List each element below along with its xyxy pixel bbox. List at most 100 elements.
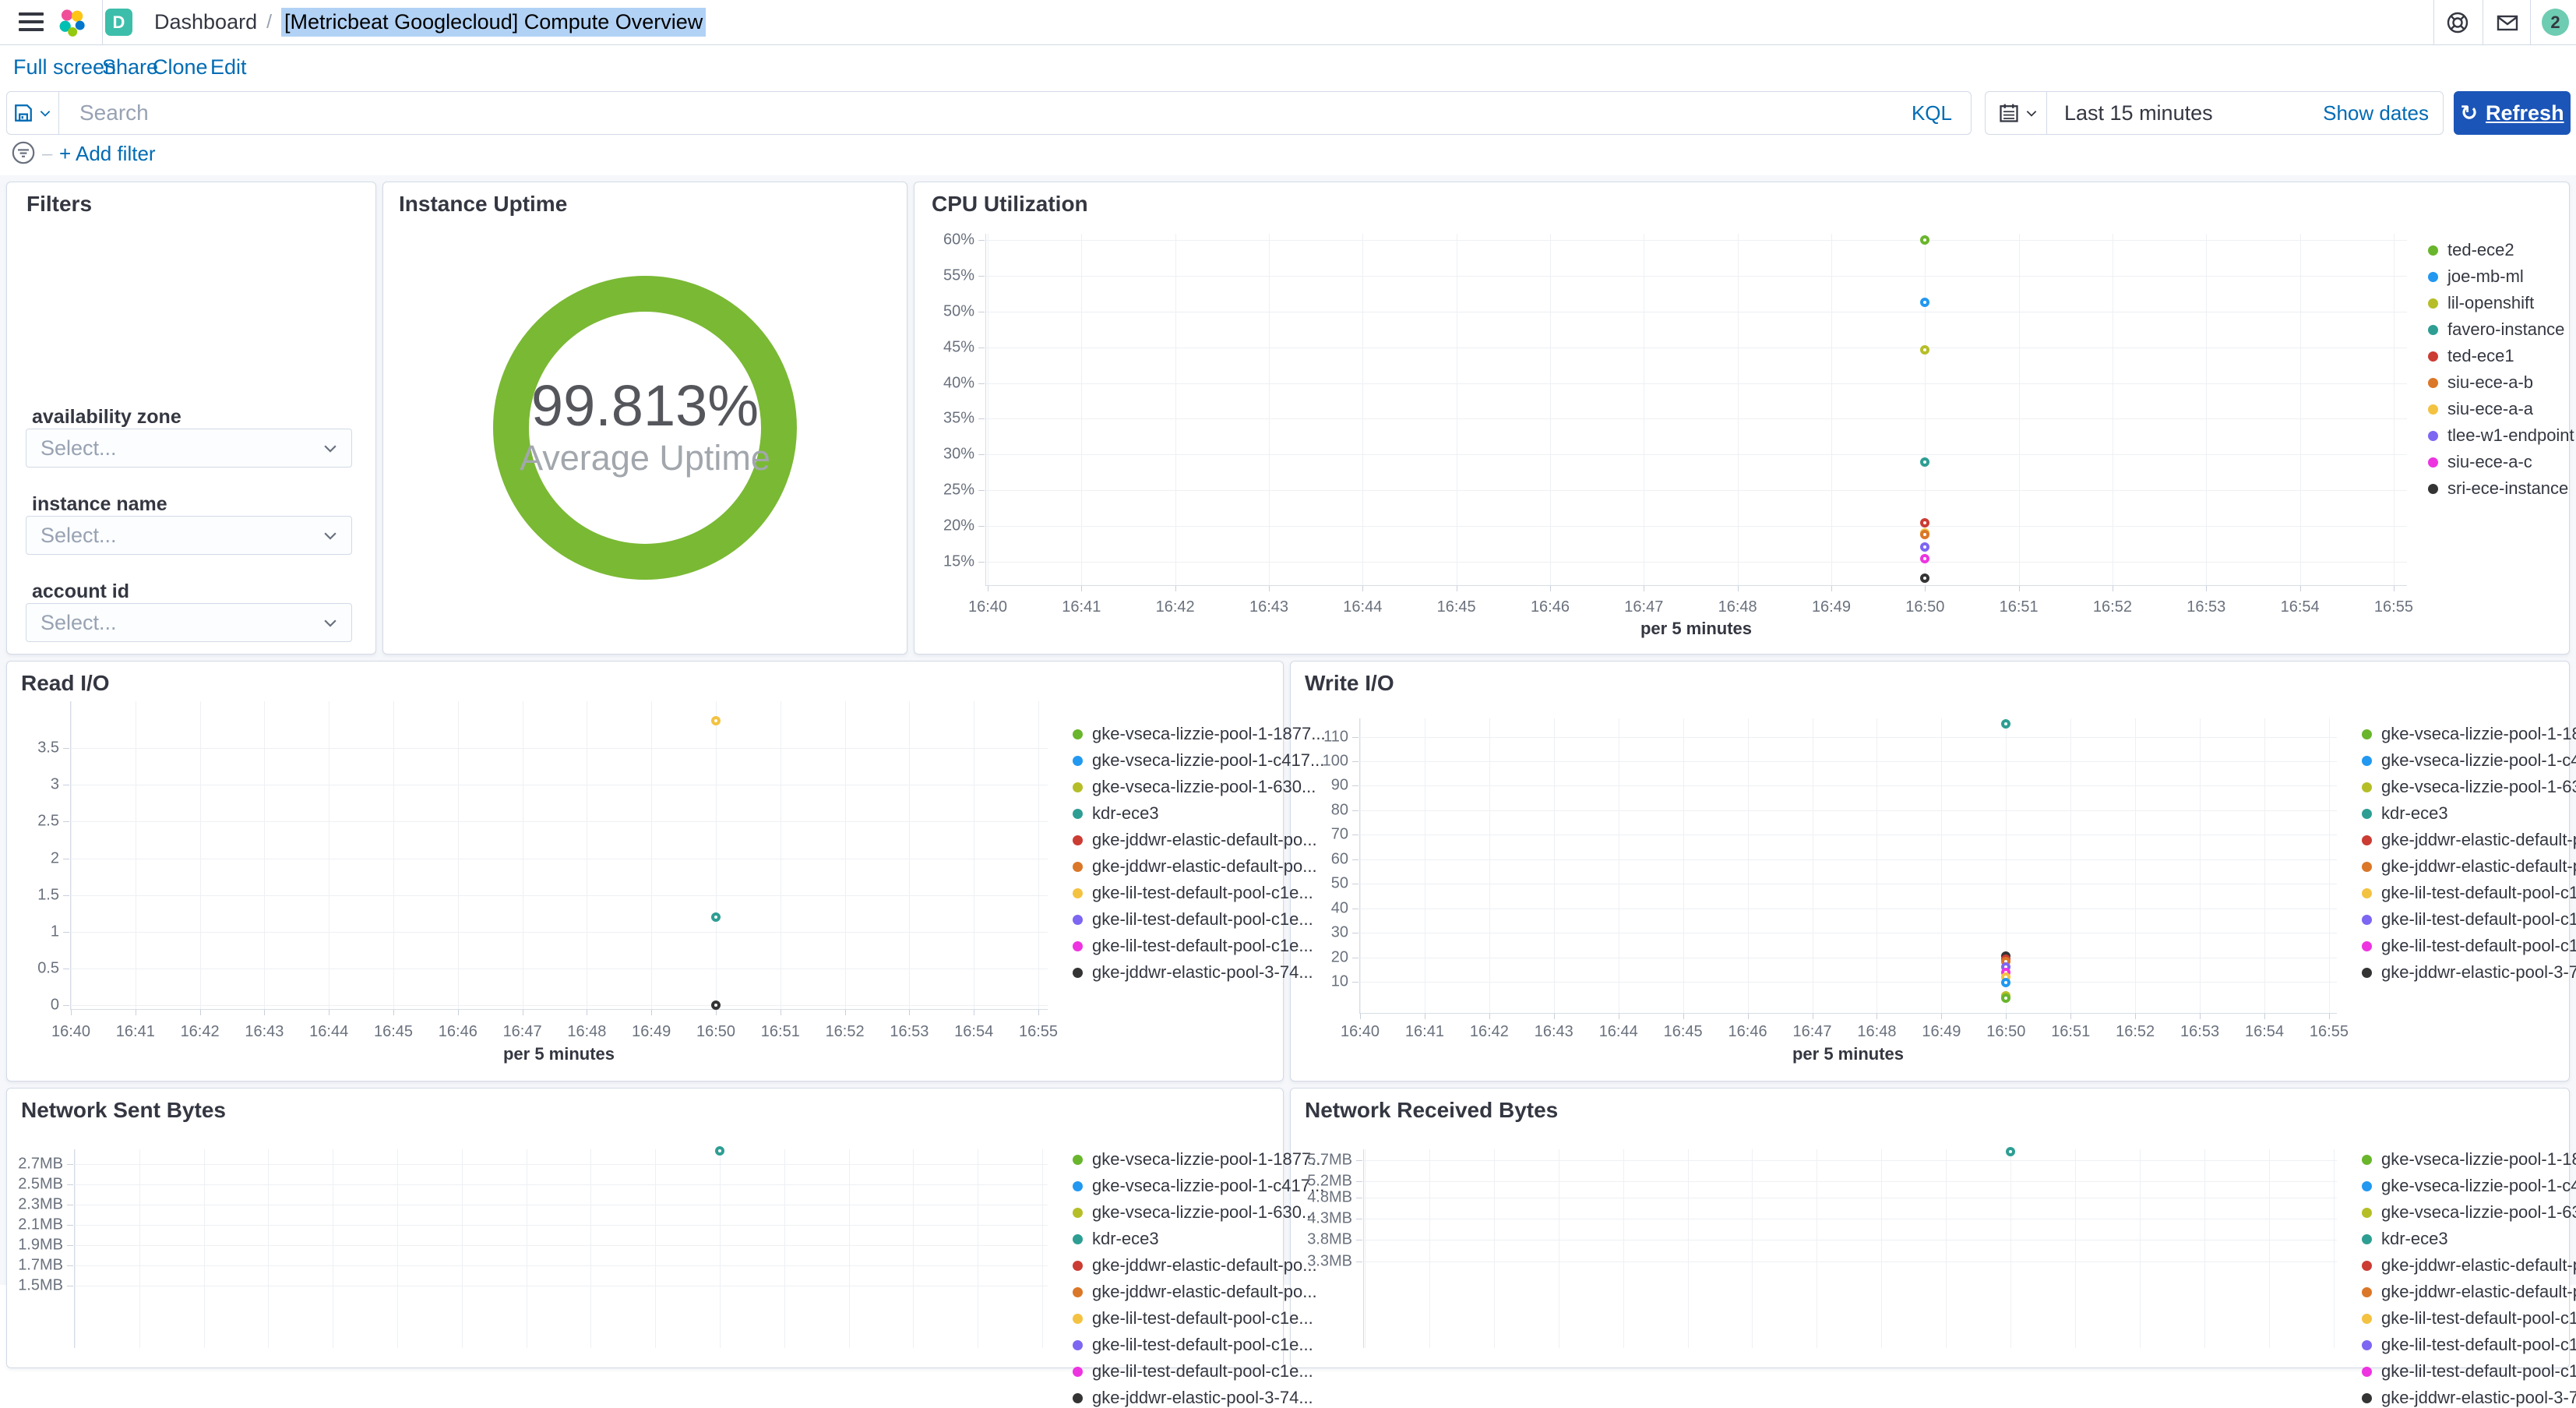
legend-item[interactable]: gke-vseca-lizzie-pool-1-c417... bbox=[2362, 750, 2576, 771]
clone-button[interactable]: Clone bbox=[153, 55, 208, 79]
legend-item[interactable]: favero-instance bbox=[2428, 319, 2564, 340]
legend-item[interactable]: kdr-ece3 bbox=[1073, 1229, 1159, 1249]
gridline bbox=[1876, 718, 1878, 1013]
legend-item[interactable]: gke-lil-test-default-pool-c1e... bbox=[1073, 1335, 1313, 1355]
legend-item[interactable]: gke-lil-test-default-pool-c1e... bbox=[1073, 1361, 1313, 1382]
availability-zone-select[interactable]: Select... bbox=[26, 429, 352, 468]
instance-name-select[interactable]: Select... bbox=[26, 516, 352, 555]
legend-item[interactable]: gke-vseca-lizzie-pool-1-c417... bbox=[2362, 1176, 2576, 1196]
y-axis-tick-label: 4.8MB bbox=[1307, 1188, 1352, 1206]
page-title[interactable]: [Metricbeat Googlecloud] Compute Overvie… bbox=[281, 8, 707, 37]
gridline bbox=[2393, 234, 2395, 585]
legend-item[interactable]: gke-lil-test-default-pool-c1e... bbox=[2362, 909, 2576, 930]
calendar-icon[interactable] bbox=[1998, 102, 2020, 124]
x-tick-mark bbox=[1747, 1014, 1749, 1019]
legend-label: gke-vseca-lizzie-pool-1-1877... bbox=[2381, 724, 2576, 743]
legend-item[interactable]: siu-ece-a-c bbox=[2428, 452, 2532, 472]
legend-item[interactable]: gke-lil-test-default-pool-c1e... bbox=[2362, 1308, 2576, 1329]
edit-button[interactable]: Edit bbox=[210, 55, 247, 79]
legend-item[interactable]: gke-lil-test-default-pool-c1e... bbox=[1073, 1308, 1313, 1329]
gridline bbox=[2139, 1149, 2141, 1348]
legend-dot bbox=[2428, 483, 2438, 494]
legend-item[interactable]: gke-jddwr-elastic-pool-3-74... bbox=[1073, 962, 1313, 983]
breadcrumb-dashboard[interactable]: Dashboard bbox=[154, 10, 257, 34]
help-icon[interactable] bbox=[2445, 10, 2470, 35]
user-avatar[interactable]: 2 bbox=[2542, 9, 2569, 36]
legend-item[interactable]: kdr-ece3 bbox=[2362, 1229, 2448, 1249]
legend-label: gke-vseca-lizzie-pool-1-c417... bbox=[2381, 1176, 2576, 1195]
x-axis-tick-label: 16:41 bbox=[115, 1023, 155, 1040]
legend-dot bbox=[1073, 1260, 1083, 1271]
x-axis-tick-label: 16:52 bbox=[2092, 598, 2132, 616]
space-badge[interactable]: D bbox=[105, 9, 132, 36]
legend-item[interactable]: ted-ece1 bbox=[2428, 346, 2514, 366]
x-axis-tick-label: 16:45 bbox=[373, 1023, 414, 1040]
legend-item[interactable]: gke-vseca-lizzie-pool-1-630... bbox=[2362, 777, 2576, 797]
x-axis-tick-label: 16:55 bbox=[2309, 1023, 2349, 1040]
filter-icon[interactable] bbox=[11, 140, 36, 165]
show-dates-button[interactable]: Show dates bbox=[2323, 101, 2429, 125]
kql-button[interactable]: KQL bbox=[1912, 101, 1952, 125]
y-tick-mark bbox=[63, 1005, 69, 1006]
legend-item[interactable]: ted-ece2 bbox=[2428, 240, 2514, 260]
legend-item[interactable]: joe-mb-ml bbox=[2428, 266, 2524, 287]
refresh-button[interactable]: ↻ Refresh bbox=[2454, 91, 2571, 135]
panel-title-network-received-bytes: Network Received Bytes bbox=[1305, 1098, 1559, 1122]
y-axis-tick-label: 20 bbox=[1330, 948, 1348, 966]
legend-item[interactable]: gke-lil-test-default-pool-c1e... bbox=[2362, 1361, 2576, 1382]
legend-item[interactable]: gke-vseca-lizzie-pool-1-630... bbox=[2362, 1202, 2576, 1223]
legend-dot bbox=[1073, 940, 1083, 951]
gridline bbox=[1549, 234, 1551, 585]
legend-item[interactable]: kdr-ece3 bbox=[2362, 803, 2448, 824]
legend-item[interactable]: gke-lil-test-default-pool-c1e... bbox=[1073, 936, 1313, 956]
legend-item[interactable]: gke-jddwr-elastic-pool-3-74... bbox=[2362, 962, 2576, 983]
legend-dot bbox=[2362, 1154, 2372, 1165]
legend-item[interactable]: gke-jddwr-elastic-default-po... bbox=[2362, 856, 2576, 877]
search-input[interactable]: Search KQL bbox=[58, 91, 1972, 135]
elastic-logo[interactable] bbox=[56, 8, 87, 37]
time-range-value[interactable]: Last 15 minutes bbox=[2064, 101, 2323, 125]
saved-query-menu-button[interactable] bbox=[6, 91, 59, 135]
legend-item[interactable]: gke-vseca-lizzie-pool-1-630... bbox=[1073, 1202, 1316, 1223]
menu-icon[interactable] bbox=[19, 12, 44, 33]
legend-dot bbox=[2428, 324, 2438, 335]
y-axis-tick-label: 90 bbox=[1330, 776, 1348, 794]
legend-item[interactable]: gke-vseca-lizzie-pool-1-1877... bbox=[2362, 724, 2576, 744]
gridline bbox=[2264, 718, 2266, 1013]
gridline bbox=[1359, 859, 2337, 860]
y-tick-mark bbox=[978, 383, 985, 384]
filter-bar: – + Add filter bbox=[0, 137, 2576, 171]
gridline bbox=[1268, 234, 1270, 585]
legend-item[interactable]: gke-jddwr-elastic-default-po... bbox=[2362, 830, 2576, 850]
gridline bbox=[1042, 1149, 1043, 1348]
legend-item[interactable]: kdr-ece3 bbox=[1073, 803, 1159, 824]
y-axis-tick-label: 0 bbox=[50, 996, 59, 1014]
share-button[interactable]: Share bbox=[102, 55, 158, 79]
full-screen-button[interactable]: Full screen bbox=[13, 55, 116, 79]
legend-item[interactable]: siu-ece-a-b bbox=[2428, 372, 2533, 393]
legend-item[interactable]: gke-lil-test-default-pool-c1e... bbox=[1073, 883, 1313, 903]
legend-item[interactable]: gke-lil-test-default-pool-c1e... bbox=[2362, 883, 2576, 903]
legend-label: gke-jddwr-elastic-default-po... bbox=[2381, 856, 2576, 876]
legend-item[interactable]: gke-jddwr-elastic-default-po... bbox=[2362, 1255, 2576, 1276]
legend-label: siu-ece-a-c bbox=[2447, 452, 2532, 471]
legend-item[interactable]: gke-lil-test-default-pool-c1e... bbox=[2362, 936, 2576, 956]
mail-icon[interactable] bbox=[2495, 10, 2520, 35]
legend-item[interactable]: gke-vseca-lizzie-pool-1-1877... bbox=[2362, 1149, 2576, 1170]
legend-item[interactable]: siu-ece-a-a bbox=[2428, 399, 2533, 419]
x-axis-tick-label: 16:51 bbox=[2051, 1023, 2091, 1040]
legend-item[interactable]: gke-jddwr-elastic-pool-3-74... bbox=[2362, 1388, 2576, 1408]
legend-item[interactable]: sri-ece-instance bbox=[2428, 478, 2568, 499]
legend-item[interactable]: tlee-w1-endpoint bbox=[2428, 425, 2574, 446]
legend-item[interactable]: gke-jddwr-elastic-pool-3-74... bbox=[1073, 1388, 1313, 1408]
account-id-select[interactable]: Select... bbox=[26, 603, 352, 642]
add-filter-button[interactable]: + Add filter bbox=[59, 142, 156, 166]
legend-item[interactable]: lil-openshift bbox=[2428, 293, 2534, 313]
legend-item[interactable]: gke-lil-test-default-pool-c1e... bbox=[1073, 909, 1313, 930]
legend-dot bbox=[2362, 1286, 2372, 1297]
legend-item[interactable]: gke-lil-test-default-pool-c1e... bbox=[2362, 1335, 2576, 1355]
chevron-down-icon[interactable] bbox=[2025, 106, 2039, 120]
gridline bbox=[985, 418, 2407, 420]
x-tick-mark bbox=[1081, 586, 1083, 591]
legend-item[interactable]: gke-jddwr-elastic-default-po... bbox=[1073, 1255, 1317, 1276]
